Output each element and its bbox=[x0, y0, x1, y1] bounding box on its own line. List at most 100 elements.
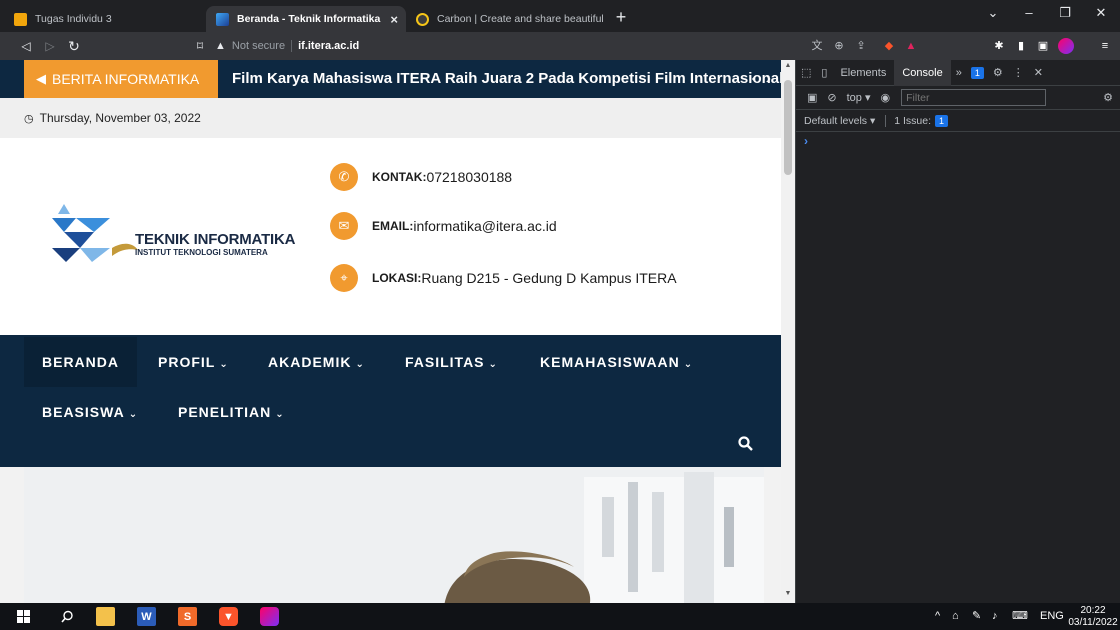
nav-fasilitas[interactable]: FASILITAS ⌄ bbox=[405, 337, 498, 387]
sublime-text-icon[interactable]: S bbox=[178, 607, 197, 626]
date-bar: ◷ Thursday, November 03, 2022 bbox=[0, 98, 781, 138]
eye-icon[interactable]: ◉ bbox=[876, 91, 896, 104]
nav-akademik[interactable]: AKADEMIK ⌄ bbox=[268, 337, 365, 387]
contact-label: LOKASI: bbox=[372, 271, 422, 285]
itera-favicon-icon bbox=[216, 12, 229, 26]
new-tab-button[interactable]: + bbox=[608, 6, 634, 28]
contact-value[interactable]: 07218030188 bbox=[426, 169, 512, 185]
brave-rewards-icon[interactable]: ▲ bbox=[902, 36, 920, 56]
kebab-menu-icon[interactable]: ⋮ bbox=[1008, 66, 1029, 79]
contact-phone: ✆ KONTAK: 07218030188 bbox=[330, 163, 512, 191]
wallet-icon[interactable]: ▣ bbox=[1034, 36, 1052, 56]
clock-date: 03/11/2022 bbox=[1068, 617, 1118, 628]
brave-browser-icon[interactable]: ▼ bbox=[219, 607, 238, 626]
ticker-prev-icon[interactable]: ‹ bbox=[751, 70, 756, 87]
more-tabs-icon[interactable]: » bbox=[951, 67, 967, 79]
pen-icon[interactable]: ✎ bbox=[972, 603, 981, 630]
issues-label[interactable]: 1 Issue: bbox=[885, 114, 931, 127]
clear-console-icon[interactable]: ⊘ bbox=[822, 91, 841, 104]
console-levels-bar: Default levels ▾ 1 Issue: 1 bbox=[796, 110, 1120, 132]
scroll-thumb[interactable] bbox=[784, 80, 792, 175]
nav-penelitian[interactable]: PENELITIAN ⌄ bbox=[178, 387, 285, 437]
console-prompt[interactable]: › bbox=[804, 134, 808, 148]
tab-beranda[interactable]: Beranda - Teknik Informatika × bbox=[206, 6, 406, 32]
contact-value[interactable]: informatika@itera.ac.id bbox=[413, 218, 556, 234]
gear-icon[interactable]: ⚙ bbox=[988, 66, 1008, 79]
contact-label: KONTAK: bbox=[372, 170, 427, 184]
extensions-icon[interactable]: ✱ bbox=[990, 36, 1008, 56]
file-explorer-icon[interactable] bbox=[96, 607, 115, 626]
nav-beranda[interactable]: BERANDA bbox=[24, 337, 137, 387]
close-tab-icon[interactable]: × bbox=[380, 12, 398, 27]
devtools-panel: ⬚ ▯ Elements Console » 1 ⚙ ⋮ ✕ ▣ ⊘ top ▾… bbox=[795, 59, 1120, 603]
hero-image[interactable] bbox=[24, 467, 764, 603]
minimize-button[interactable]: – bbox=[1012, 0, 1046, 26]
forward-icon[interactable]: ▷ bbox=[40, 36, 60, 56]
network-icon[interactable]: ⌂ bbox=[952, 603, 959, 630]
menu-icon[interactable]: ≡ bbox=[1096, 36, 1114, 56]
browser-toolbar: ◁ ▷ ↻ ⌑ ▲ Not secure if.itera.ac.id 文 ⊕ … bbox=[0, 32, 1120, 60]
context-select[interactable]: top ▾ bbox=[842, 91, 876, 104]
tab-elements[interactable]: Elements bbox=[832, 60, 894, 86]
slides-icon bbox=[14, 12, 27, 26]
reload-icon[interactable]: ↻ bbox=[64, 36, 84, 56]
ticker-label: ◀︎ BERITA INFORMATIKA bbox=[24, 60, 218, 98]
browser-tab-strip: Tugas Individu 3 Beranda - Teknik Inform… bbox=[0, 0, 1120, 32]
scroll-down-icon[interactable]: ▼ bbox=[781, 590, 795, 597]
contact-location: ⌖ LOKASI: Ruang D215 - Gedung D Kampus I… bbox=[330, 264, 677, 292]
search-icon[interactable] bbox=[734, 436, 756, 458]
back-icon[interactable]: ◁ bbox=[16, 36, 36, 56]
windows-start-icon[interactable] bbox=[14, 607, 33, 626]
page-scrollbar[interactable]: ▲ ▼ bbox=[781, 60, 795, 603]
keyboard-icon[interactable]: ⌨ bbox=[1012, 603, 1028, 630]
brave-profile-icon[interactable] bbox=[260, 607, 279, 626]
security-label: Not secure bbox=[231, 40, 286, 52]
brave-shields-icon[interactable]: ◆ bbox=[880, 36, 898, 56]
nav-beasiswa[interactable]: BEASISWA ⌄ bbox=[42, 387, 138, 437]
logo-subtitle: INSTITUT TEKNOLOGI SUMATERA bbox=[135, 248, 268, 257]
tab-console[interactable]: Console bbox=[894, 59, 951, 86]
ticker-next-icon[interactable]: › bbox=[766, 70, 771, 87]
language-indicator[interactable]: ENG bbox=[1040, 603, 1064, 630]
tab-tugas-individu[interactable]: Tugas Individu 3 bbox=[4, 6, 204, 32]
search-icon[interactable] bbox=[58, 607, 77, 626]
close-icon[interactable]: ✕ bbox=[1029, 66, 1048, 79]
clock-time: 20:22 bbox=[1080, 605, 1106, 616]
url-host: if.itera.ac.id bbox=[298, 40, 360, 52]
restore-button[interactable]: ❐ bbox=[1048, 0, 1082, 26]
inspect-icon[interactable]: ⬚ bbox=[796, 66, 816, 79]
issues-count-badge[interactable]: 1 bbox=[935, 114, 949, 127]
tab-carbon[interactable]: Carbon | Create and share beautiful im bbox=[406, 6, 606, 32]
taskbar-clock[interactable]: 20:22 03/11/2022 bbox=[1068, 605, 1118, 629]
megaphone-icon: ◀︎ bbox=[36, 71, 46, 86]
nav-label: KEMAHASISWAAN bbox=[540, 354, 680, 370]
tab-search-icon[interactable]: ⌄ bbox=[976, 0, 1010, 26]
zoom-icon[interactable]: ⊕ bbox=[830, 36, 848, 56]
ticker-headline[interactable]: Film Karya Mahasiswa ITERA Raih Juara 2 … bbox=[232, 60, 781, 98]
contact-email: ✉ EMAIL: informatika@itera.ac.id bbox=[330, 212, 557, 240]
sidebar-toggle-icon[interactable]: ▣ bbox=[802, 91, 822, 104]
tray-chevron-icon[interactable]: ^ bbox=[935, 603, 940, 630]
filter-input[interactable] bbox=[901, 89, 1047, 106]
nav-profil[interactable]: PROFIL ⌄ bbox=[158, 337, 229, 387]
close-window-button[interactable]: ✕ bbox=[1084, 0, 1118, 26]
bookmark-icon[interactable]: ⌑ bbox=[190, 36, 210, 56]
profile-avatar[interactable] bbox=[1058, 38, 1074, 54]
word-icon[interactable]: W bbox=[137, 607, 156, 626]
volume-icon[interactable]: ♪ bbox=[992, 603, 998, 630]
console-settings-icon[interactable]: ⚙ bbox=[1098, 91, 1120, 104]
issues-badge[interactable]: 1 bbox=[970, 66, 984, 79]
chevron-down-icon: ⌄ bbox=[355, 359, 365, 370]
levels-dropdown[interactable]: Default levels ▾ bbox=[804, 115, 875, 127]
address-bar[interactable]: ▲ Not secure if.itera.ac.id bbox=[215, 36, 775, 56]
nav-kemahasiswaan[interactable]: KEMAHASISWAAN ⌄ bbox=[540, 337, 693, 387]
location-pin-icon: ⌖ bbox=[330, 264, 358, 292]
sidebar-icon[interactable]: ▮ bbox=[1012, 36, 1030, 56]
divider bbox=[291, 40, 293, 52]
device-toggle-icon[interactable]: ▯ bbox=[816, 66, 832, 79]
nav-label: BERANDA bbox=[42, 354, 119, 370]
warning-icon: ▲ bbox=[215, 40, 226, 52]
scroll-up-icon[interactable]: ▲ bbox=[781, 62, 795, 69]
share-icon[interactable]: ⇪ bbox=[852, 36, 870, 56]
translate-icon[interactable]: 文 bbox=[808, 36, 826, 56]
